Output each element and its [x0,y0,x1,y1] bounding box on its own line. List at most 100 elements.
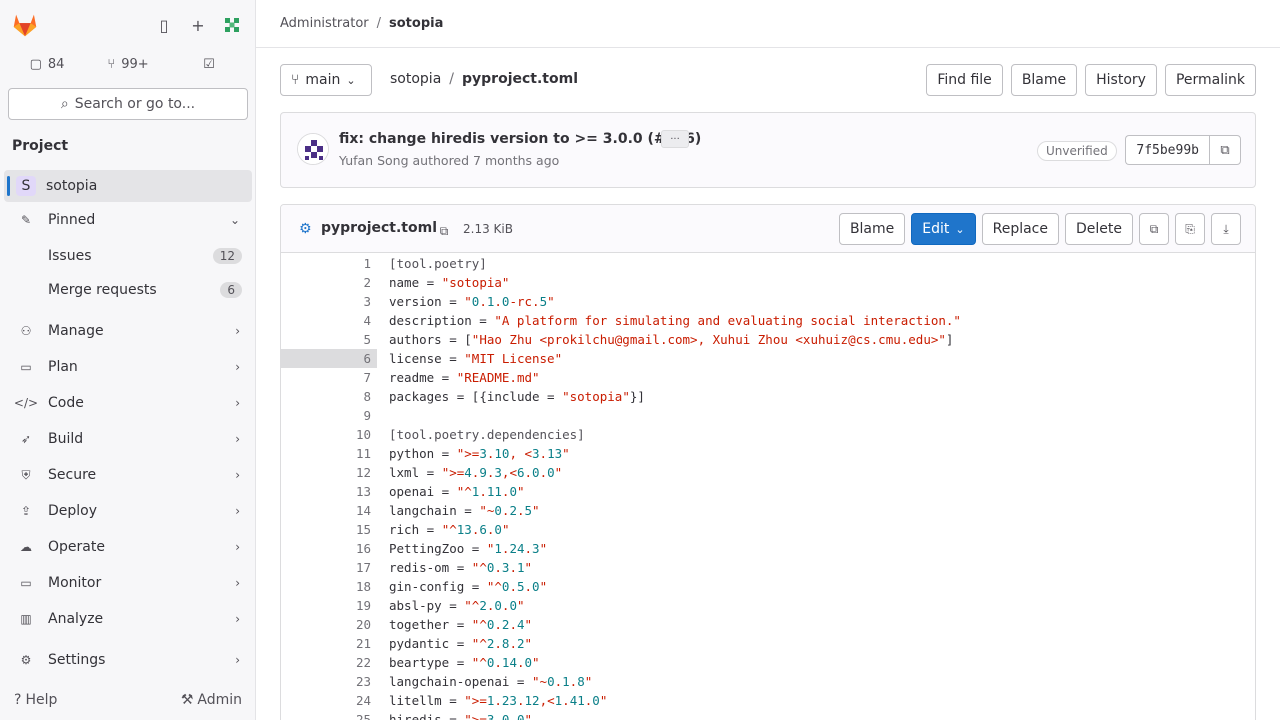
replace-button[interactable]: Replace [981,213,1059,245]
todos-counter[interactable]: ☑ [170,50,248,78]
line-blame-icon[interactable] [309,254,341,273]
line-link-icon[interactable] [289,330,309,349]
line-number[interactable]: 23 [341,672,371,691]
line-link-icon[interactable] [289,653,309,672]
line-number[interactable]: 16 [341,539,371,558]
search-button[interactable]: ⌕ Search or go to... [8,88,248,120]
line-number[interactable]: 12 [341,463,371,482]
issues-counter[interactable]: ▢ 84 [8,50,86,78]
line-number[interactable]: 25 [341,710,371,720]
line-blame-icon[interactable] [309,539,341,558]
line-number[interactable]: 1 [341,254,371,273]
sidebar-item-pinned[interactable]: ✎ Pinned ⌄ [4,204,252,236]
sidebar-item-code[interactable]: </> Code › [4,387,252,419]
line-link-icon[interactable] [289,425,309,444]
copy-contents-icon[interactable]: ⧉ [1139,213,1169,245]
line-number[interactable]: 4 [341,311,371,330]
line-blame-icon[interactable] [309,634,341,653]
gitlab-logo-icon[interactable] [10,9,40,39]
line-blame-icon[interactable] [309,444,341,463]
line-number[interactable]: 18 [341,577,371,596]
line-blame-icon[interactable] [309,482,341,501]
line-blame-icon[interactable] [309,653,341,672]
sidebar-item-deploy[interactable]: ⇪ Deploy › [4,495,252,527]
line-link-icon[interactable] [289,254,309,273]
line-link-icon[interactable] [289,387,309,406]
sidebar-item-secure[interactable]: ⛨ Secure › [4,459,252,491]
blame-file-button[interactable]: Blame [838,213,906,245]
sidebar-item-merge-requests[interactable]: Merge requests 6 [4,274,252,306]
line-number[interactable]: 15 [341,520,371,539]
line-link-icon[interactable] [289,596,309,615]
line-link-icon[interactable] [289,539,309,558]
line-blame-icon[interactable] [309,311,341,330]
line-number[interactable]: 10 [341,425,371,444]
line-link-icon[interactable] [289,311,309,330]
line-number[interactable]: 8 [341,387,371,406]
copy-path-icon[interactable]: ⧉ [431,219,457,243]
copy-sha-icon[interactable]: ⧉ [1209,135,1241,165]
line-blame-icon[interactable] [309,406,341,425]
path-file-link[interactable]: pyproject.toml [462,71,578,87]
line-link-icon[interactable] [289,672,309,691]
sidebar-item-project[interactable]: S sotopia [4,170,252,202]
line-number[interactable]: 20 [341,615,371,634]
line-number[interactable]: 5 [341,330,371,349]
line-blame-icon[interactable] [309,425,341,444]
line-blame-icon[interactable] [309,368,341,387]
find-file-button[interactable]: Find file [926,64,1003,96]
line-link-icon[interactable] [289,520,309,539]
line-link-icon[interactable] [289,558,309,577]
line-number[interactable]: 11 [341,444,371,463]
line-number[interactable]: 17 [341,558,371,577]
merge-requests-counter[interactable]: ⑂ 99+ [89,50,167,78]
commit-description-toggle[interactable]: ··· [661,130,689,148]
line-link-icon[interactable] [289,349,309,368]
line-number[interactable]: 24 [341,691,371,710]
line-number[interactable]: 6 [341,349,371,368]
blame-button[interactable]: Blame [1010,64,1078,96]
commit-author[interactable]: Yufan Song [339,153,409,168]
line-blame-icon[interactable] [309,349,341,368]
edit-button[interactable]: Edit ⌄ [911,213,976,245]
path-root-link[interactable]: sotopia [390,71,441,87]
download-icon[interactable]: ⤓ [1211,213,1241,245]
line-link-icon[interactable] [289,273,309,292]
line-number[interactable]: 21 [341,634,371,653]
admin-button[interactable]: ⚒ Admin [175,686,248,714]
user-avatar-icon[interactable] [217,10,247,40]
line-blame-icon[interactable] [309,330,341,349]
line-number[interactable]: 9 [341,406,371,425]
line-link-icon[interactable] [289,444,309,463]
sidebar-toggle-icon[interactable]: ▯ [149,10,179,40]
help-button[interactable]: ? Help [8,686,63,714]
breadcrumb-current[interactable]: sotopia [389,16,443,31]
commit-sha[interactable]: 7f5be99b [1125,135,1209,165]
line-link-icon[interactable] [289,463,309,482]
line-link-icon[interactable] [289,615,309,634]
breadcrumb-parent[interactable]: Administrator [280,16,369,31]
line-blame-icon[interactable] [309,691,341,710]
branch-selector[interactable]: ⑂ main ⌄ [280,64,372,96]
sidebar-item-settings[interactable]: ⚙ Settings › [4,644,252,676]
open-raw-icon[interactable]: ⎘ [1175,213,1205,245]
line-number[interactable]: 7 [341,368,371,387]
line-link-icon[interactable] [289,577,309,596]
line-link-icon[interactable] [289,406,309,425]
line-blame-icon[interactable] [309,463,341,482]
line-blame-icon[interactable] [309,672,341,691]
delete-button[interactable]: Delete [1065,213,1133,245]
create-new-icon[interactable]: + [183,10,213,40]
sidebar-item-analyze[interactable]: ▥ Analyze › [4,603,252,635]
line-blame-icon[interactable] [309,615,341,634]
line-link-icon[interactable] [289,634,309,653]
line-blame-icon[interactable] [309,387,341,406]
line-number[interactable]: 2 [341,273,371,292]
sidebar-item-plan[interactable]: ▭ Plan › [4,351,252,383]
line-blame-icon[interactable] [309,501,341,520]
signature-badge[interactable]: Unverified [1037,141,1117,161]
line-link-icon[interactable] [289,501,309,520]
line-link-icon[interactable] [289,710,309,720]
line-blame-icon[interactable] [309,558,341,577]
line-number[interactable]: 13 [341,482,371,501]
